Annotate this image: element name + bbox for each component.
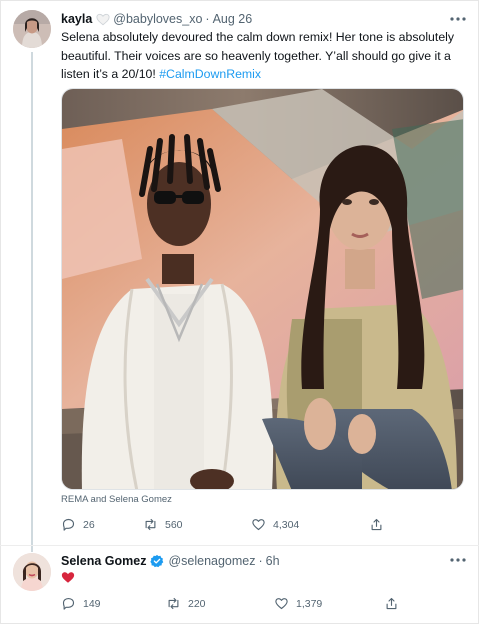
- separator-dot: ·: [205, 12, 210, 26]
- retweet-icon: [168, 597, 179, 610]
- reply-icon: [62, 518, 75, 531]
- thread-connector-line: [31, 52, 33, 552]
- tweet-actions: 26 560 4,304: [61, 517, 384, 532]
- handle[interactable]: @babyloves_xo: [113, 12, 202, 26]
- like-count: 1,379: [296, 597, 323, 610]
- reply-icon: [62, 597, 75, 610]
- tweet-actions: 149 220 1,379: [61, 596, 399, 611]
- handle[interactable]: @selenagomez: [168, 554, 255, 568]
- like-count: 4,304: [273, 518, 300, 531]
- tweet-header: kayla @babyloves_xo · Aug 26: [61, 10, 252, 28]
- display-name[interactable]: Selena Gomez: [61, 554, 146, 568]
- avatar[interactable]: [13, 553, 51, 591]
- more-icon[interactable]: [448, 555, 468, 565]
- share-button[interactable]: [369, 517, 384, 532]
- share-icon: [386, 597, 397, 610]
- avatar[interactable]: [13, 10, 51, 48]
- separator-dot: ·: [258, 554, 263, 568]
- media-caption: REMA and Selena Gomez: [61, 494, 172, 505]
- tweet-kayla[interactable]: kayla @babyloves_xo · Aug 26 Selena abso…: [0, 0, 479, 552]
- reply-button[interactable]: 26: [61, 517, 143, 532]
- photo-rema-selena-image: [62, 89, 463, 489]
- timestamp[interactable]: 6h: [266, 554, 280, 568]
- reply-count: 26: [83, 518, 95, 531]
- avatar-selena-image: [13, 553, 51, 591]
- tweet-header: Selena Gomez @selenagomez · 6h: [61, 552, 280, 570]
- like-button[interactable]: 1,379: [274, 596, 384, 611]
- red-heart-emoji-icon: [61, 572, 75, 583]
- retweet-count: 560: [165, 518, 183, 531]
- more-icon[interactable]: [448, 14, 468, 24]
- tweet-media-photo[interactable]: [61, 88, 464, 490]
- avatar-kayla-image: [13, 10, 51, 48]
- reply-count: 149: [83, 597, 101, 610]
- like-icon: [252, 519, 265, 531]
- like-icon: [275, 598, 288, 610]
- timestamp[interactable]: Aug 26: [213, 12, 253, 26]
- like-button[interactable]: 4,304: [251, 517, 369, 532]
- tweet-text: Selena absolutely devoured the calm down…: [61, 28, 456, 84]
- retweet-count: 220: [188, 597, 206, 610]
- reply-button[interactable]: 149: [61, 596, 166, 611]
- white-heart-emoji-icon: [96, 13, 110, 25]
- share-button[interactable]: [384, 596, 399, 611]
- share-icon: [371, 518, 382, 531]
- retweet-button[interactable]: 560: [143, 517, 251, 532]
- retweet-icon: [145, 518, 156, 531]
- retweet-button[interactable]: 220: [166, 596, 274, 611]
- verified-icon: [150, 554, 164, 568]
- display-name[interactable]: kayla: [61, 12, 92, 26]
- hashtag-link[interactable]: #CalmDownRemix: [159, 67, 261, 81]
